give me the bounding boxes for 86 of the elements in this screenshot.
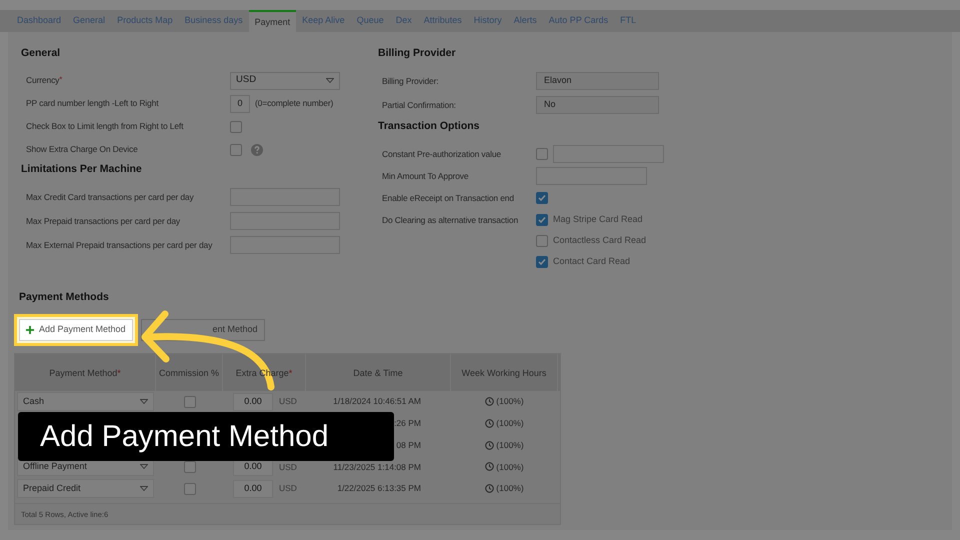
checkbox[interactable] xyxy=(536,148,548,160)
tab[interactable]: Alerts xyxy=(508,10,543,32)
checkbox[interactable] xyxy=(184,460,196,473)
field-label: Max External Prepaid transactions per card per day xyxy=(26,238,212,252)
tab[interactable]: Business days xyxy=(178,10,249,32)
hours-percent: (100%) xyxy=(496,417,524,430)
section-heading: Billing Provider xyxy=(378,46,457,61)
hours-percent: (100%) xyxy=(496,395,524,408)
caret-icon xyxy=(140,486,148,492)
tab[interactable]: Products Map xyxy=(111,10,179,32)
field-label: PP card number length -Left to Right xyxy=(26,97,158,110)
required-mark: * xyxy=(288,366,292,378)
checkbox[interactable] xyxy=(536,234,548,246)
caption: Add Payment Method xyxy=(18,412,394,461)
hours-percent: (100%) xyxy=(496,482,524,495)
checkbox[interactable] xyxy=(230,144,242,156)
option-label: Mag Stripe Card Read xyxy=(553,212,643,226)
field-label: Constant Pre-authorization value xyxy=(382,148,501,160)
currency-text: USD xyxy=(279,460,297,474)
section-heading: Payment Methods xyxy=(19,290,110,305)
hours-percent: (100%) xyxy=(496,460,524,474)
field-label: Show Extra Charge On Device xyxy=(26,143,138,156)
field-label: Do Clearing as alternative transaction xyxy=(382,214,518,226)
clock-icon xyxy=(485,462,494,472)
checkbox[interactable] xyxy=(536,192,548,204)
field-label: Max Credit Card transactions per card per day xyxy=(26,190,194,204)
caret-icon xyxy=(326,78,334,83)
field-label: Min Amount To Approve xyxy=(382,170,468,182)
column-header: Commission % xyxy=(158,366,219,378)
tab[interactable]: Payment xyxy=(248,10,296,32)
caret-icon xyxy=(140,464,148,470)
required-mark: * xyxy=(117,366,121,378)
section-heading: Transaction Options xyxy=(378,119,481,134)
hours-percent: (100%) xyxy=(496,438,524,452)
field-note: (0=complete number) xyxy=(255,97,334,110)
tab[interactable]: General xyxy=(67,10,112,32)
date-time: :26 PM xyxy=(394,417,421,430)
date-time: 08 PM xyxy=(396,438,421,452)
clock-icon xyxy=(485,397,494,406)
required-mark: * xyxy=(59,74,62,84)
tab[interactable]: Dashboard xyxy=(11,10,68,32)
method-select[interactable]: Cash xyxy=(17,392,154,412)
amount-field[interactable]: 0.00 xyxy=(233,480,273,498)
tab[interactable]: Queue xyxy=(350,10,390,32)
option-label: Contact Card Read xyxy=(553,254,630,268)
date-time: 1/18/2024 10:46:51 AM xyxy=(333,395,421,408)
readonly-field[interactable]: Elavon xyxy=(536,72,659,90)
tab[interactable]: History xyxy=(468,10,508,32)
plus-icon xyxy=(26,326,34,334)
column-header: Date & Time xyxy=(353,366,403,378)
field-label: Currency xyxy=(26,74,60,87)
tab[interactable]: Auto PP Cards xyxy=(542,10,614,32)
column-header: Week Working Hours xyxy=(462,366,546,378)
readonly-field[interactable]: No xyxy=(536,96,659,114)
amount-field[interactable]: 0.00 xyxy=(233,392,273,411)
caret-icon xyxy=(140,399,148,404)
currency-text: USD xyxy=(279,395,297,408)
column-header: Payment Method xyxy=(49,366,118,378)
date-time: 11/23/2025 1:14:08 PM xyxy=(333,460,421,474)
field-label: Max Prepaid transactions per card per day xyxy=(26,214,180,228)
field-label: Partial Confirmation: xyxy=(382,98,456,112)
add-button[interactable]: Add Payment Method xyxy=(19,319,133,341)
help-icon[interactable] xyxy=(251,144,263,156)
section-heading: Limitations Per Machine xyxy=(21,162,143,177)
clock-icon xyxy=(485,484,494,494)
currency-text: USD xyxy=(279,482,297,495)
field-label: Enable eReceipt on Transaction end xyxy=(382,192,514,204)
tab[interactable]: Dex xyxy=(390,10,418,32)
date-time: 1/22/2025 6:13:35 PM xyxy=(337,482,421,495)
method-select[interactable]: Prepaid Credit xyxy=(17,479,154,498)
number-field[interactable]: 0 xyxy=(230,94,250,112)
option-label: Contactless Card Read xyxy=(553,234,646,247)
clock-icon xyxy=(485,440,494,450)
checkbox[interactable] xyxy=(536,256,548,268)
section-heading: General xyxy=(21,46,62,61)
currency-select[interactable]: USD xyxy=(230,72,340,90)
tab[interactable]: Attributes xyxy=(418,10,468,32)
tab[interactable]: FTL xyxy=(614,10,642,32)
clock-icon xyxy=(485,419,494,428)
checkbox[interactable] xyxy=(230,120,242,132)
checkbox[interactable] xyxy=(184,482,196,495)
checkbox[interactable] xyxy=(184,396,196,408)
field-label: Check Box to Limit length from Right to Left xyxy=(26,120,184,133)
tab[interactable]: Keep Alive xyxy=(296,10,351,32)
field-label: Billing Provider: xyxy=(382,74,439,88)
checkbox[interactable] xyxy=(536,214,548,226)
